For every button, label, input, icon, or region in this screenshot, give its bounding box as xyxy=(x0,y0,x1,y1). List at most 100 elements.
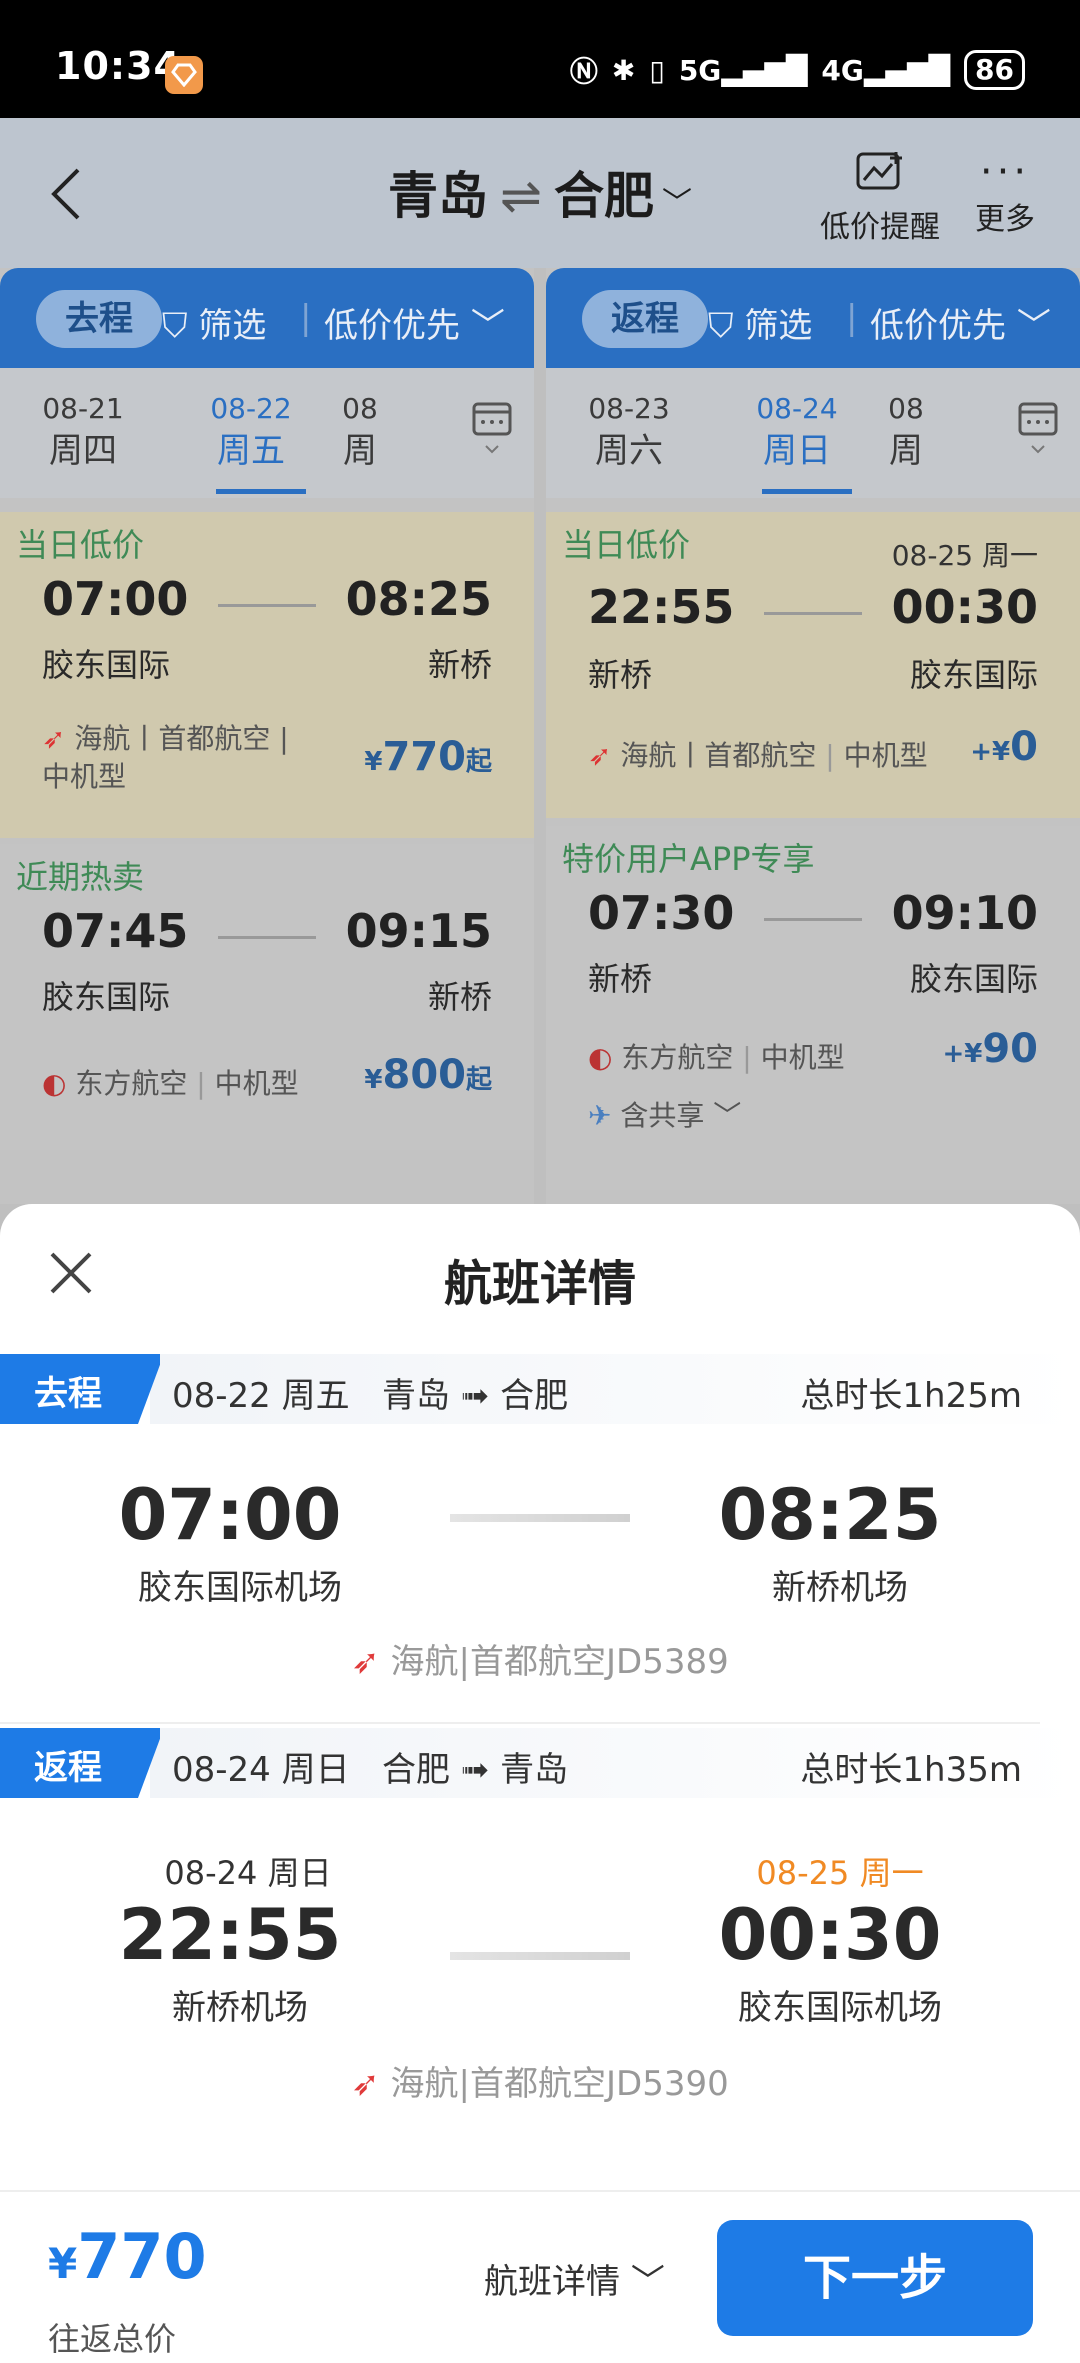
outbound-segment-header: 去程 08-22 周五 青岛 ➟ 合肥 总时长1h25m xyxy=(0,1354,1080,1424)
flight-tag: 近期热卖 xyxy=(16,858,145,896)
airline-info: ◐ 东方航空 | 中机型 xyxy=(588,1041,845,1074)
arr-time: 08:25 xyxy=(345,572,492,626)
hainan-airlines-logo-icon: ➶ xyxy=(42,722,66,755)
china-eastern-logo-icon: ◐ xyxy=(42,1067,67,1100)
arr-time: 09:15 xyxy=(345,904,492,958)
arr-time: 09:10 xyxy=(891,886,1038,940)
carrier-info: ➶ 海航|首都航空JD5389 xyxy=(351,1642,729,1682)
dep-airport: 胶东国际机场 xyxy=(138,1568,342,1608)
chevron-down-icon: ﹀ xyxy=(713,1099,742,1132)
dep-airport: 胶东国际 xyxy=(42,646,171,684)
status-time: 10:34 xyxy=(55,44,181,88)
flight-line xyxy=(450,1514,630,1522)
total-price-label: 往返总价 xyxy=(48,2320,177,2358)
outbound-column-header: 去程 ⛉ 筛选 | 低价优先 ﹀ xyxy=(0,268,534,368)
signal-4g-icon: 4G▂▄▆█ xyxy=(821,53,951,87)
total-price: ¥770 xyxy=(48,2220,207,2293)
flight-card[interactable]: 当日低价 07:00 08:25 胶东国际 新桥 ➶ 海航丨首都航空 | 中机型 … xyxy=(0,512,534,838)
return-filter-button[interactable]: ⛉ 筛选 xyxy=(708,298,812,347)
more-dots-icon: ··· xyxy=(979,149,1031,195)
outbound-column: 去程 ⛉ 筛选 | 低价优先 ﹀ 08-21 周四 08-22 周五 08 周 当日低… xyxy=(0,268,534,1204)
dep-time: 22:55 xyxy=(588,580,735,634)
flight-line xyxy=(764,918,862,921)
separator: | xyxy=(300,298,312,338)
filter-icon: ⛉ xyxy=(162,306,188,346)
airline-info: ◐ 东方航空 | 中机型 xyxy=(42,1067,299,1100)
flight-tag: 特价用户APP专享 xyxy=(562,840,815,878)
price-alert-button[interactable]: 低价提醒 xyxy=(820,150,940,246)
return-column: 返程 ⛉ 筛选 | 低价优先 ﹀ 08-23 周六 08-24 周日 08 周 当日低… xyxy=(546,268,1080,1204)
header: 青岛 ⇌ 合肥 ﹀ 低价提醒 ··· 更多 xyxy=(0,118,1080,268)
return-column-header: 返程 ⛉ 筛选 | 低价优先 ﹀ xyxy=(546,268,1080,368)
price: ¥800起 xyxy=(364,1052,492,1098)
outbound-sort-button[interactable]: 低价优先 ﹀ xyxy=(324,298,505,347)
swap-icon: ⇌ xyxy=(500,167,542,225)
selected-underline xyxy=(762,489,852,494)
flight-detail-toggle[interactable]: 航班详情 ﹀ xyxy=(484,2254,665,2303)
arr-airport: 胶东国际机场 xyxy=(738,1988,942,2028)
status-bar: 10:34 Ⓝ ✱ ▯ 5G▂▄▆█ 4G▂▄▆█ 86 xyxy=(0,0,1080,118)
flight-card[interactable]: 近期热卖 07:45 09:15 胶东国际 新桥 ◐ 东方航空 | 中机型 ¥8… xyxy=(0,844,534,1150)
hainan-airlines-logo-icon: ➶ xyxy=(351,1642,380,1682)
flight-card[interactable]: 特价用户APP专享 07:30 09:10 新桥 胶东国际 ◐ 东方航空 | 中… xyxy=(546,826,1080,1190)
arr-time: 00:30 xyxy=(718,1894,942,1976)
battery-icon: 86 xyxy=(964,50,1025,90)
price: ¥770起 xyxy=(364,734,492,780)
return-sort-button[interactable]: 低价优先 ﹀ xyxy=(870,298,1051,347)
date-tab-selected[interactable]: 08-22 周五 xyxy=(176,388,326,494)
carrier-info: ➶ 海航|首都航空JD5390 xyxy=(351,2064,729,2104)
next-step-button[interactable]: 下一步 xyxy=(717,2220,1033,2336)
calendar-icon xyxy=(472,402,512,454)
filter-icon: ⛉ xyxy=(708,306,734,346)
airline-info: ➶ 海航丨首都航空 | 中机型 xyxy=(588,739,928,772)
flight-line xyxy=(450,1952,630,1960)
chevron-down-icon: ﹀ xyxy=(1016,306,1051,346)
bluetooth-icon: ✱ xyxy=(611,53,636,87)
price-diff: +¥0 xyxy=(970,724,1038,770)
calendar-icon xyxy=(1018,402,1058,454)
date-tab[interactable]: 08 周 xyxy=(330,388,390,472)
arr-airport: 新桥 xyxy=(427,646,492,684)
segment-info: 08-24 周日 合肥 ➟ 青岛 xyxy=(172,1750,569,1790)
dep-time: 07:00 xyxy=(42,572,189,626)
sheet-title: 航班详情 xyxy=(443,1256,636,1312)
flight-card-selected[interactable]: 当日低价 08-25 周一 22:55 00:30 新桥 胶东国际 ➶ 海航丨首… xyxy=(546,512,1080,818)
return-segment-header: 返程 08-24 周日 合肥 ➟ 青岛 总时长1h35m xyxy=(0,1728,1080,1798)
date-tab-selected[interactable]: 08-24 周日 xyxy=(722,388,872,494)
dep-airport: 新桥 xyxy=(588,960,653,998)
dep-airport: 新桥 xyxy=(588,656,653,694)
segment-info: 08-22 周五 青岛 ➟ 合肥 xyxy=(172,1376,569,1416)
separator: | xyxy=(846,298,858,338)
nfc-icon: Ⓝ xyxy=(569,55,598,88)
arr-airport: 新桥机场 xyxy=(772,1568,908,1608)
arr-date-next-day: 08-25 周一 xyxy=(756,1854,924,1892)
dep-time: 07:00 xyxy=(118,1474,342,1556)
plane-icon: ✈ xyxy=(588,1099,612,1132)
dep-time: 07:30 xyxy=(588,886,735,940)
flight-line xyxy=(764,612,862,615)
status-icons: Ⓝ ✱ ▯ 5G▂▄▆█ 4G▂▄▆█ 86 xyxy=(570,50,1025,90)
calendar-button[interactable] xyxy=(1016,398,1060,462)
dep-time: 07:45 xyxy=(42,904,189,958)
return-pill[interactable]: 返程 xyxy=(582,290,708,348)
flight-line xyxy=(218,936,316,939)
segment-duration: 总时长1h35m xyxy=(800,1750,1022,1790)
arr-time: 00:30 xyxy=(891,580,1038,634)
outbound-filter-button[interactable]: ⛉ 筛选 xyxy=(162,298,266,347)
dep-date: 08-24 周日 xyxy=(164,1854,332,1892)
route-from: 青岛 xyxy=(388,167,489,225)
divider xyxy=(0,1722,1040,1724)
notification-app-icon xyxy=(165,56,203,94)
vibrate-icon: ▯ xyxy=(649,53,665,87)
date-tab[interactable]: 08-23 周六 xyxy=(554,388,704,472)
dep-airport: 胶东国际 xyxy=(42,978,171,1016)
date-tab[interactable]: 08 周 xyxy=(876,388,936,472)
more-button[interactable]: ··· 更多 xyxy=(975,150,1035,238)
calendar-button[interactable] xyxy=(470,398,514,462)
flight-line xyxy=(218,604,316,607)
signal-5g-icon: 5G▂▄▆█ xyxy=(678,53,808,87)
date-tab[interactable]: 08-21 周四 xyxy=(8,388,158,472)
codeshare-toggle[interactable]: ✈ 含共享 ﹀ xyxy=(588,1094,741,1134)
route-to: 合肥 xyxy=(553,167,654,225)
outbound-pill[interactable]: 去程 xyxy=(36,290,162,348)
